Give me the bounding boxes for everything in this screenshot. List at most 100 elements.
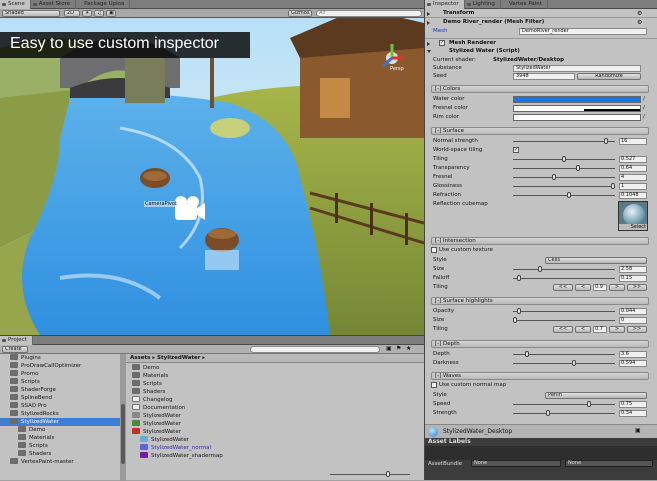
glossiness-slider[interactable] bbox=[513, 183, 615, 189]
strength-slider[interactable] bbox=[513, 410, 615, 416]
refraction-slider[interactable] bbox=[513, 192, 615, 198]
file-item[interactable]: Demo bbox=[132, 364, 159, 372]
lighting-toggle[interactable]: ☀ bbox=[82, 10, 92, 17]
star-icon[interactable]: ★ bbox=[406, 345, 411, 352]
eyedropper-icon[interactable]: ∕ bbox=[643, 95, 645, 104]
gear-icon[interactable]: ⚙ bbox=[637, 19, 642, 26]
slider-knob[interactable] bbox=[575, 165, 580, 171]
slider-knob[interactable] bbox=[513, 317, 517, 323]
eyedropper-icon[interactable]: ∕ bbox=[643, 104, 645, 113]
speed-slider[interactable] bbox=[513, 401, 615, 407]
tiling-decrease-button[interactable]: < bbox=[575, 284, 591, 291]
file-item[interactable]: StylizedWater bbox=[132, 428, 181, 436]
fresnel-slider[interactable] bbox=[513, 174, 615, 180]
mesh-renderer-enabled[interactable]: ✓ bbox=[439, 40, 445, 46]
use-custom-normal-checkbox[interactable] bbox=[431, 382, 437, 388]
file-item[interactable]: Materials bbox=[132, 372, 168, 380]
tiling-decrease-button[interactable]: < bbox=[575, 326, 591, 333]
falloff-slider[interactable] bbox=[513, 275, 615, 281]
glossiness-value[interactable]: 1 bbox=[619, 183, 647, 190]
material-preview-bar[interactable]: StylizedWater_Desktop ▣ bbox=[425, 424, 657, 438]
tiling-increase-big-button[interactable]: >> bbox=[627, 326, 647, 333]
tree-item[interactable]: Shaders bbox=[18, 450, 51, 458]
transform-header[interactable]: Transform bbox=[425, 9, 657, 18]
file-item[interactable]: StylizedWater bbox=[132, 412, 181, 420]
tiling-increase-big-button[interactable]: >> bbox=[627, 284, 647, 291]
highlight-size-value[interactable]: 0 bbox=[619, 317, 647, 324]
open-icon[interactable]: ▣ bbox=[635, 427, 641, 434]
file-subitem[interactable]: StylizedWater bbox=[140, 436, 189, 444]
filter-label-icon[interactable]: ⚑ bbox=[396, 345, 401, 352]
strength-value[interactable]: 0.34 bbox=[619, 410, 647, 417]
tree-item[interactable]: Materials bbox=[18, 434, 54, 442]
gear-icon[interactable]: ⚙ bbox=[637, 10, 642, 17]
file-item[interactable]: StylizedWater bbox=[132, 420, 181, 428]
tab-inspector[interactable]: Inspector bbox=[425, 0, 465, 9]
depth-section-header[interactable]: [-] Depth bbox=[431, 340, 649, 348]
depth-value[interactable]: 3.6 bbox=[619, 351, 647, 358]
file-item[interactable]: Scripts bbox=[132, 380, 162, 388]
tree-item[interactable]: SSAO Pro bbox=[10, 402, 47, 410]
tree-item[interactable]: SplineBend bbox=[10, 394, 52, 402]
refraction-value[interactable]: 0.1048 bbox=[619, 192, 647, 199]
intersection-size-slider[interactable] bbox=[513, 266, 615, 272]
tree-item[interactable]: StylizedRocks bbox=[10, 410, 59, 418]
tree-item[interactable]: ShaderForge bbox=[10, 386, 56, 394]
darkness-value[interactable]: 0.594 bbox=[619, 360, 647, 367]
file-item[interactable]: Shaders bbox=[132, 388, 165, 396]
mesh-field[interactable]: DemoRiver_render bbox=[519, 28, 647, 35]
slider-knob[interactable] bbox=[538, 266, 543, 272]
depth-slider[interactable] bbox=[513, 351, 615, 357]
tree-item[interactable]: Scripts bbox=[10, 378, 40, 386]
tree-item-selected[interactable]: StylizedWater bbox=[0, 418, 120, 426]
tab-package-upload[interactable]: Package Uploa bbox=[76, 0, 131, 9]
scrollbar-thumb[interactable] bbox=[121, 404, 125, 464]
eyedropper-icon[interactable]: ∕ bbox=[643, 113, 645, 122]
asset-bundle-dropdown[interactable]: None bbox=[471, 460, 561, 467]
falloff-value[interactable]: 0.15 bbox=[619, 275, 647, 282]
water-color-swatch[interactable] bbox=[513, 96, 641, 103]
file-subitem[interactable]: StylizedWater_shadermap bbox=[140, 452, 223, 460]
substance-field[interactable]: StylizedWater bbox=[513, 65, 641, 72]
slider-knob[interactable] bbox=[516, 275, 521, 281]
intersection-style-dropdown[interactable]: Cells bbox=[545, 257, 647, 264]
script-header[interactable]: Stylized Water (Script) bbox=[425, 47, 657, 56]
intersection-section-header[interactable]: [-] Intersection bbox=[431, 237, 649, 245]
waves-section-header[interactable]: [-] Waves bbox=[431, 372, 649, 380]
slider-knob[interactable] bbox=[604, 138, 609, 144]
normal-strength-value[interactable]: 16 bbox=[619, 138, 647, 145]
tiling-decrease-big-button[interactable]: << bbox=[553, 284, 573, 291]
select-button[interactable]: Select bbox=[619, 224, 647, 230]
tree-item[interactable]: Demo bbox=[18, 426, 45, 434]
mesh-renderer-header[interactable]: ✓ Mesh Renderer bbox=[425, 38, 657, 47]
tree-item[interactable]: Plugins bbox=[10, 354, 41, 362]
asset-variant-dropdown[interactable]: None bbox=[565, 460, 653, 467]
highlights-section-header[interactable]: [-] Surface highlights bbox=[431, 297, 649, 305]
randomize-button[interactable]: Randomize bbox=[577, 73, 641, 80]
tiling-slider[interactable] bbox=[513, 156, 615, 162]
surface-section-header[interactable]: [-] Surface bbox=[431, 127, 649, 135]
tree-item[interactable]: ProDrawCallOptimizer bbox=[10, 362, 81, 370]
persp-label[interactable]: Persp bbox=[390, 66, 404, 72]
tree-item[interactable]: VertexPaint-master bbox=[10, 458, 74, 466]
scene-search-input[interactable]: All bbox=[316, 10, 422, 17]
tiling-increase-button[interactable]: > bbox=[609, 284, 625, 291]
shading-mode-dropdown[interactable]: Shaded bbox=[2, 10, 60, 17]
darkness-slider[interactable] bbox=[513, 360, 615, 366]
highlight-tiling-value[interactable]: 0.7 bbox=[593, 326, 607, 333]
slider-knob[interactable] bbox=[566, 192, 571, 198]
effects-toggle[interactable]: ▣ bbox=[106, 10, 116, 17]
slider-knob[interactable] bbox=[611, 183, 615, 189]
audio-toggle[interactable]: ♫ bbox=[94, 10, 104, 17]
tab-scene[interactable]: Scene bbox=[0, 0, 31, 9]
slider-knob[interactable] bbox=[546, 410, 551, 416]
seed-field[interactable]: 3948 bbox=[513, 73, 575, 80]
cubemap-thumbnail[interactable]: Select bbox=[618, 201, 648, 231]
rim-color-swatch[interactable] bbox=[513, 114, 641, 121]
2d-toggle[interactable]: 2D bbox=[64, 10, 80, 17]
tiling-decrease-big-button[interactable]: << bbox=[553, 326, 573, 333]
create-dropdown[interactable]: Create bbox=[2, 346, 28, 353]
file-item[interactable]: Documentation bbox=[132, 404, 185, 412]
transparency-value[interactable]: 0.64 bbox=[619, 165, 647, 172]
gizmos-dropdown[interactable]: Gizmos bbox=[288, 10, 312, 17]
